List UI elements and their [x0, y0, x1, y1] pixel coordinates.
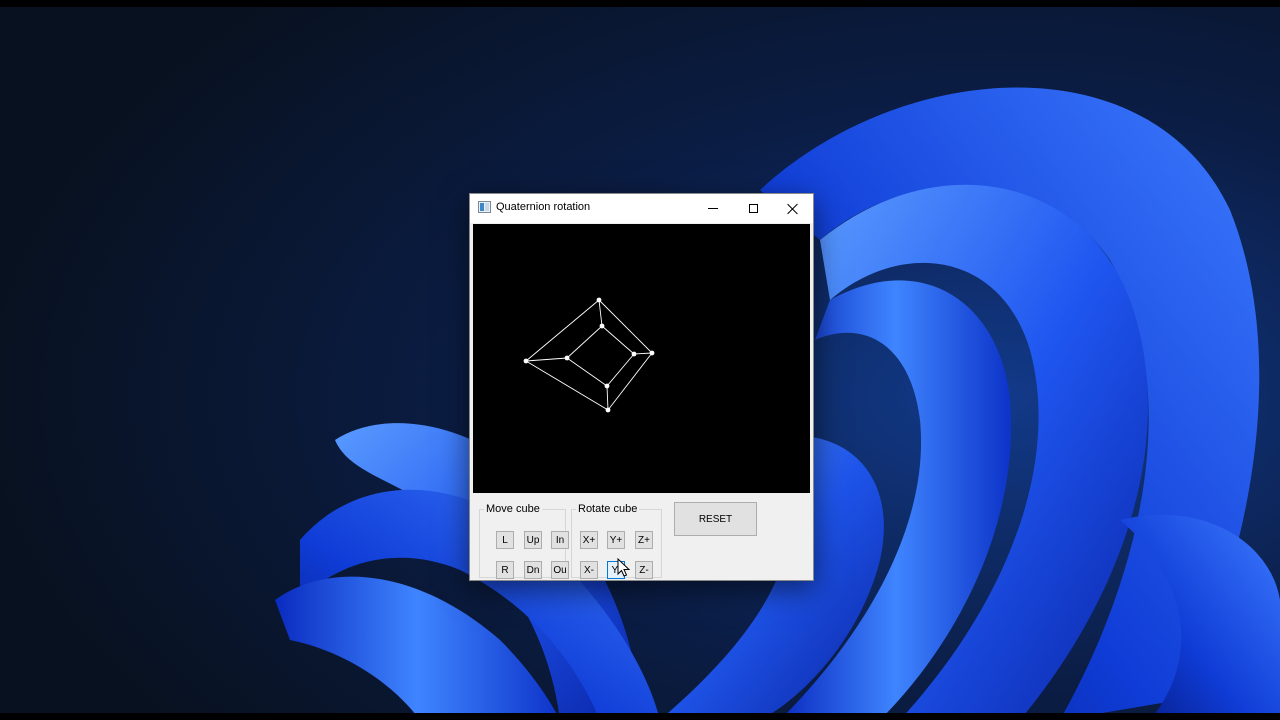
- rotate-y-plus-button[interactable]: Y+: [607, 531, 625, 549]
- cube-edge: [598, 299, 653, 354]
- move-out-button[interactable]: Ou: [551, 561, 569, 579]
- cube-viewport: [473, 224, 810, 493]
- rotate-z-minus-button[interactable]: Z-: [635, 561, 653, 579]
- cube-edge: [525, 360, 609, 411]
- cube-vertex: [631, 351, 637, 357]
- minimize-button[interactable]: [693, 194, 733, 223]
- rotate-y-minus-button[interactable]: Y-: [607, 561, 625, 579]
- bottom-letterbox: [0, 713, 1280, 720]
- title-bar[interactable]: Quaternion rotation: [470, 194, 813, 223]
- cube-vertex: [599, 323, 605, 329]
- move-cube-group: Move cube L Up In R Dn Ou: [479, 503, 569, 579]
- cube-edge: [598, 299, 603, 327]
- cube-vertex: [605, 407, 611, 413]
- cube-vertex: [604, 383, 610, 389]
- cube-vertex: [564, 355, 570, 361]
- rotate-z-plus-button[interactable]: Z+: [635, 531, 653, 549]
- cube-edge: [607, 352, 653, 411]
- cube-edge: [525, 357, 568, 362]
- cube-wireframe: [523, 297, 655, 413]
- reset-button[interactable]: RESET: [674, 502, 757, 536]
- move-right-button[interactable]: R: [496, 561, 514, 579]
- move-down-button[interactable]: Dn: [524, 561, 542, 579]
- cube-vertex: [523, 358, 529, 364]
- quaternion-rotation-window[interactable]: Quaternion rotation Move cube L Up In R …: [469, 193, 814, 581]
- cube-edge: [633, 352, 653, 355]
- rotate-x-minus-button[interactable]: X-: [580, 561, 598, 579]
- move-up-button[interactable]: Up: [524, 531, 542, 549]
- minimize-icon: [708, 208, 718, 209]
- window-title: Quaternion rotation: [496, 201, 591, 213]
- rotate-cube-label: Rotate cube: [578, 503, 638, 515]
- move-left-button[interactable]: L: [496, 531, 514, 549]
- close-icon: [787, 203, 799, 215]
- rotate-x-plus-button[interactable]: X+: [580, 531, 598, 549]
- cube-vertex: [596, 297, 602, 303]
- move-in-button[interactable]: In: [551, 531, 569, 549]
- cube-edge: [566, 325, 603, 359]
- cube-vertex: [649, 350, 655, 356]
- application-icon: [478, 201, 491, 213]
- cube-edge: [525, 299, 600, 362]
- maximize-button[interactable]: [733, 194, 773, 223]
- cube-edge: [566, 357, 608, 387]
- move-cube-label: Move cube: [486, 503, 540, 515]
- rotate-cube-group: Rotate cube X+ Y+ Z+ X- Y- Z-: [571, 503, 662, 579]
- top-letterbox: [0, 0, 1280, 7]
- cube-edge: [606, 385, 609, 411]
- close-button[interactable]: [773, 194, 813, 223]
- maximize-icon: [748, 204, 758, 213]
